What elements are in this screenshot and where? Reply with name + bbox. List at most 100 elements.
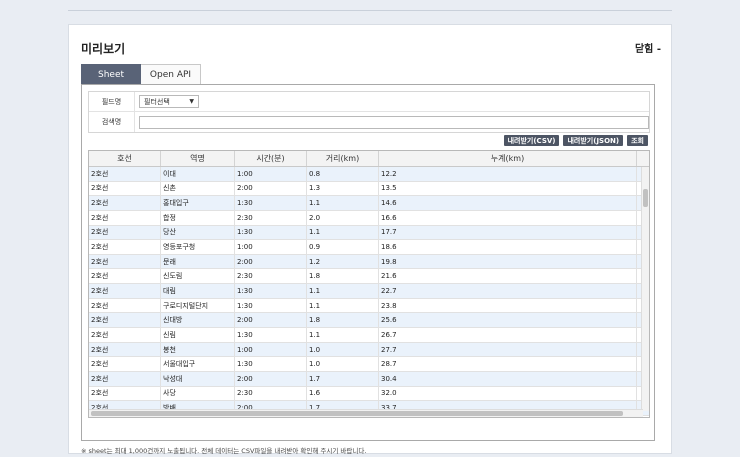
cell-line: 2호선 — [89, 357, 161, 371]
cell-line: 2호선 — [89, 196, 161, 210]
grid-body: 2호선 이대 1:00 0.8 12.2 2호선 신촌 2:00 1.3 13.5 2호선 홍대입구 1… — [89, 167, 649, 416]
column-header-cumulative[interactable]: 누계(km) — [379, 151, 637, 166]
horizontal-scroll-thumb[interactable] — [91, 411, 623, 416]
cell-distance: 1.1 — [307, 225, 379, 240]
cell-distance: 2.0 — [307, 210, 379, 225]
top-divider — [68, 10, 672, 11]
cell-distance: 1.2 — [307, 254, 379, 269]
cell-line: 2호선 — [89, 284, 161, 298]
column-header-station[interactable]: 역명 — [161, 151, 235, 166]
table-row[interactable]: 2호선 신촌 2:00 1.3 13.5 — [89, 181, 649, 197]
table-row[interactable]: 2호선 당산 1:30 1.1 17.7 — [89, 225, 649, 241]
table-row[interactable]: 2호선 신도림 2:30 1.8 21.6 — [89, 269, 649, 285]
cell-time: 1:30 — [235, 298, 307, 313]
search-label: 검색명 — [89, 112, 135, 132]
table-row[interactable]: 2호선 서울대입구 1:30 1.0 28.7 — [89, 357, 649, 372]
cell-station: 낙성대 — [161, 371, 235, 386]
cell-time: 2:00 — [235, 181, 307, 196]
cell-time: 2:00 — [235, 313, 307, 328]
close-button[interactable]: 닫힘 - — [635, 40, 661, 55]
cell-cumulative: 23.8 — [379, 298, 637, 313]
cell-time: 2:30 — [235, 210, 307, 225]
footer-note: ※ sheet는 최대 1,000건까지 노출됩니다. 전체 데이터는 CSV파… — [81, 447, 367, 455]
column-header-time[interactable]: 시간(분) — [235, 151, 307, 166]
cell-time: 2:30 — [235, 386, 307, 401]
cell-cumulative: 14.6 — [379, 196, 637, 210]
download-csv-button[interactable]: 내려받기(CSV) — [503, 135, 560, 146]
cell-station: 이대 — [161, 167, 235, 181]
table-row[interactable]: 2호선 낙성대 2:00 1.7 30.4 — [89, 371, 649, 387]
table-row[interactable]: 2호선 봉천 1:00 1.0 27.7 — [89, 342, 649, 358]
cell-line: 2호선 — [89, 371, 161, 386]
column-header-line[interactable]: 호선 — [89, 151, 161, 166]
horizontal-scrollbar[interactable] — [89, 409, 643, 417]
cell-distance: 1.8 — [307, 313, 379, 328]
cell-cumulative: 32.0 — [379, 386, 637, 401]
cell-station: 신림 — [161, 328, 235, 342]
filter-select-value: 필터선택 — [144, 97, 170, 106]
vertical-scrollbar[interactable] — [641, 167, 649, 411]
tab-open-api[interactable]: Open API — [141, 64, 201, 85]
cell-station: 문래 — [161, 254, 235, 269]
cell-time: 2:00 — [235, 371, 307, 386]
table-row[interactable]: 2호선 영등포구청 1:00 0.9 18.6 — [89, 240, 649, 255]
cell-distance: 1.8 — [307, 269, 379, 284]
cell-time: 1:00 — [235, 167, 307, 181]
sheet-content: 필드명 필터선택 ▼ 검색명 내려받기(CSV) 내려받기(JSON) 조회 호… — [81, 84, 655, 441]
cell-line: 2호선 — [89, 254, 161, 269]
cell-station: 영등포구청 — [161, 240, 235, 254]
cell-station: 서울대입구 — [161, 357, 235, 371]
cell-time: 1:30 — [235, 357, 307, 371]
table-row[interactable]: 2호선 사당 2:30 1.6 32.0 — [89, 386, 649, 402]
download-json-button[interactable]: 내려받기(JSON) — [563, 135, 624, 146]
cell-cumulative: 21.6 — [379, 269, 637, 284]
filter-select[interactable]: 필터선택 ▼ — [139, 95, 199, 108]
cell-station: 신도림 — [161, 269, 235, 284]
tab-bar: Sheet Open API — [81, 64, 201, 85]
table-row[interactable]: 2호선 구로디지털단지 1:30 1.1 23.8 — [89, 298, 649, 314]
cell-distance: 0.9 — [307, 240, 379, 254]
cell-time: 2:00 — [235, 254, 307, 269]
table-row[interactable]: 2호선 합정 2:30 2.0 16.6 — [89, 210, 649, 226]
table-row[interactable]: 2호선 홍대입구 1:30 1.1 14.6 — [89, 196, 649, 211]
table-row[interactable]: 2호선 문래 2:00 1.2 19.8 — [89, 254, 649, 270]
table-row[interactable]: 2호선 신림 1:30 1.1 26.7 — [89, 328, 649, 343]
cell-distance: 1.7 — [307, 371, 379, 386]
vertical-scroll-thumb[interactable] — [643, 189, 648, 207]
cell-distance: 0.8 — [307, 167, 379, 181]
cell-distance: 1.1 — [307, 196, 379, 210]
field-row: 필드명 필터선택 ▼ — [89, 92, 649, 112]
cell-line: 2호선 — [89, 328, 161, 342]
cell-time: 1:30 — [235, 225, 307, 240]
cell-line: 2호선 — [89, 313, 161, 328]
cell-line: 2호선 — [89, 298, 161, 313]
cell-line: 2호선 — [89, 225, 161, 240]
cell-station: 당산 — [161, 225, 235, 240]
field-label: 필드명 — [89, 92, 135, 111]
cell-distance: 1.0 — [307, 357, 379, 371]
cell-cumulative: 22.7 — [379, 284, 637, 298]
table-row[interactable]: 2호선 이대 1:00 0.8 12.2 — [89, 167, 649, 182]
tab-sheet[interactable]: Sheet — [81, 64, 141, 85]
cell-line: 2호선 — [89, 210, 161, 225]
search-button[interactable]: 조회 — [627, 135, 648, 146]
cell-station: 신촌 — [161, 181, 235, 196]
cell-cumulative: 27.7 — [379, 342, 637, 357]
cell-line: 2호선 — [89, 342, 161, 357]
cell-time: 1:00 — [235, 342, 307, 357]
cell-station: 대림 — [161, 284, 235, 298]
cell-line: 2호선 — [89, 240, 161, 254]
search-input[interactable] — [139, 115, 649, 129]
column-header-distance[interactable]: 거리(km) — [307, 151, 379, 166]
cell-cumulative: 17.7 — [379, 225, 637, 240]
cell-station: 봉천 — [161, 342, 235, 357]
table-row[interactable]: 2호선 대림 1:30 1.1 22.7 — [89, 284, 649, 299]
search-row: 검색명 — [89, 112, 649, 132]
cell-cumulative: 19.8 — [379, 254, 637, 269]
filter-form: 필드명 필터선택 ▼ 검색명 — [88, 91, 650, 133]
cell-time: 1:30 — [235, 196, 307, 210]
cell-cumulative: 26.7 — [379, 328, 637, 342]
cell-station: 사당 — [161, 386, 235, 401]
table-row[interactable]: 2호선 신대방 2:00 1.8 25.6 — [89, 313, 649, 329]
cell-line: 2호선 — [89, 167, 161, 181]
